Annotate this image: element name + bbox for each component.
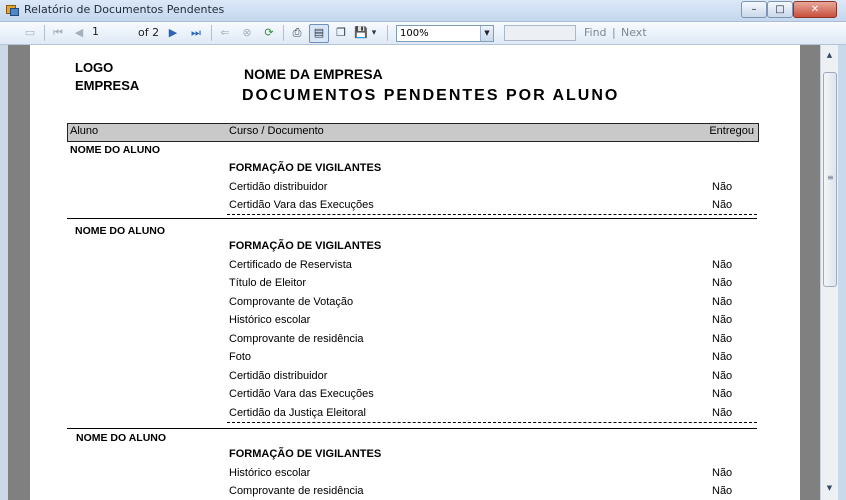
document-name: Comprovante de Votação: [229, 296, 354, 308]
print-icon[interactable]: ⎙: [289, 25, 305, 41]
refresh-icon[interactable]: ⟳: [262, 25, 276, 41]
title-bar: Relatório de Documentos Pendentes – □ ✕: [0, 0, 846, 22]
document-name: Comprovante de residência: [229, 485, 364, 497]
document-name: Histórico escolar: [229, 314, 311, 326]
document-name: Certidão distribuidor: [229, 370, 328, 382]
zoom-value: 100%: [400, 28, 429, 39]
find-next-link[interactable]: Next: [621, 25, 647, 41]
chevron-down-icon[interactable]: ▼: [480, 26, 493, 41]
course-name: FORMAÇÃO DE VIGILANTES: [229, 448, 382, 460]
page-count-label: of 2: [138, 26, 160, 39]
viewer-gutter: [0, 45, 8, 500]
toolbar-separator: [283, 25, 284, 41]
student-name: NOME DO ALUNO: [75, 225, 166, 237]
course-name: FORMAÇÃO DE VIGILANTES: [229, 162, 382, 174]
stop-icon[interactable]: ⊗: [240, 25, 254, 41]
dashed-divider: [227, 422, 757, 423]
course-name: FORMAÇÃO DE VIGILANTES: [229, 240, 382, 252]
close-button[interactable]: ✕: [793, 1, 837, 18]
document-name: Certidão da Justiça Eleitoral: [229, 407, 366, 419]
next-page-icon[interactable]: ▶: [167, 25, 179, 41]
zoom-select[interactable]: 100% ▼: [396, 25, 494, 42]
table-header: Aluno Curso / Documento Entregou: [67, 123, 759, 142]
page-number-input[interactable]: 1: [92, 25, 130, 39]
parameters-toggle-icon[interactable]: ▭: [22, 25, 38, 41]
page-setup-icon[interactable]: ❐: [333, 25, 349, 41]
report-page: LOGO EMPRESA NOME DA EMPRESA DOCUMENTOS …: [30, 45, 800, 500]
student-name: NOME DO ALUNO: [76, 432, 167, 444]
delivered-status: Não: [712, 259, 733, 271]
document-name: Comprovante de residência: [229, 333, 364, 345]
logo-line: EMPRESA: [75, 78, 140, 93]
delivered-status: Não: [712, 314, 733, 326]
delivered-status: Não: [712, 407, 733, 419]
find-separator: |: [612, 26, 616, 39]
save-icon[interactable]: 💾: [354, 25, 368, 41]
report-toolbar: ▭ ⏮ ◀ 1 of 2 ▶ ⏭ ⇐ ⊗ ⟳ ⎙ ▤ ❐ 💾 ▾ 100% ▼ …: [0, 22, 846, 45]
report-viewer: LOGO EMPRESA NOME DA EMPRESA DOCUMENTOS …: [0, 45, 820, 500]
scroll-up-icon[interactable]: ▲: [821, 47, 838, 63]
delivered-status: Não: [712, 296, 733, 308]
student-name: NOME DO ALUNO: [70, 144, 161, 156]
delivered-status: Não: [712, 485, 733, 497]
delivered-status: Não: [712, 370, 733, 382]
logo-line: LOGO: [75, 60, 114, 75]
document-name: Título de Eleitor: [229, 277, 307, 289]
delivered-status: Não: [712, 351, 733, 363]
report-title: DOCUMENTOS PENDENTES POR ALUNO: [242, 87, 620, 104]
delivered-status: Não: [712, 277, 733, 289]
export-dropdown-icon[interactable]: ▾: [370, 25, 378, 41]
document-name: Certidão Vara das Execuções: [229, 199, 374, 211]
company-logo: LOGO EMPRESA: [75, 59, 139, 95]
column-header-delivered: Entregou: [709, 125, 754, 137]
back-icon[interactable]: ⇐: [218, 25, 232, 41]
print-layout-icon[interactable]: ▤: [310, 25, 328, 41]
delivered-status: Não: [712, 199, 733, 211]
document-name: Certidão Vara das Execuções: [229, 388, 374, 400]
group-divider: [67, 428, 757, 429]
document-name: Histórico escolar: [229, 467, 311, 479]
document-name: Certidão distribuidor: [229, 181, 328, 193]
company-name: NOME DA EMPRESA: [244, 66, 383, 82]
vertical-scrollbar[interactable]: ▲ ≡ ▼: [820, 45, 838, 500]
first-page-icon[interactable]: ⏮: [51, 25, 65, 41]
grip-icon: ≡: [827, 173, 834, 182]
column-header-course-document: Curso / Documento: [229, 125, 324, 137]
delivered-status: Não: [712, 467, 733, 479]
document-name: Certificado de Reservista: [229, 259, 352, 271]
minimize-button[interactable]: –: [741, 1, 767, 18]
delivered-status: Não: [712, 388, 733, 400]
toolbar-separator: [211, 25, 212, 41]
app-icon: [6, 5, 19, 16]
scrollbar-thumb[interactable]: ≡: [823, 72, 837, 287]
delivered-status: Não: [712, 333, 733, 345]
maximize-button[interactable]: □: [767, 1, 793, 18]
column-header-student: Aluno: [70, 125, 99, 137]
scroll-down-icon[interactable]: ▼: [821, 480, 838, 496]
window-frame: [838, 45, 846, 500]
delivered-status: Não: [712, 181, 733, 193]
group-divider: [67, 218, 757, 219]
toolbar-separator: [387, 25, 388, 41]
find-text-input[interactable]: [504, 25, 576, 41]
toolbar-separator: [44, 25, 45, 41]
document-name: Foto: [229, 351, 252, 363]
last-page-icon[interactable]: ⏭: [188, 25, 204, 41]
window-title: Relatório de Documentos Pendentes: [24, 3, 225, 16]
find-link[interactable]: Find: [584, 25, 607, 41]
previous-page-icon[interactable]: ◀: [72, 25, 86, 41]
dashed-divider: [227, 214, 757, 215]
